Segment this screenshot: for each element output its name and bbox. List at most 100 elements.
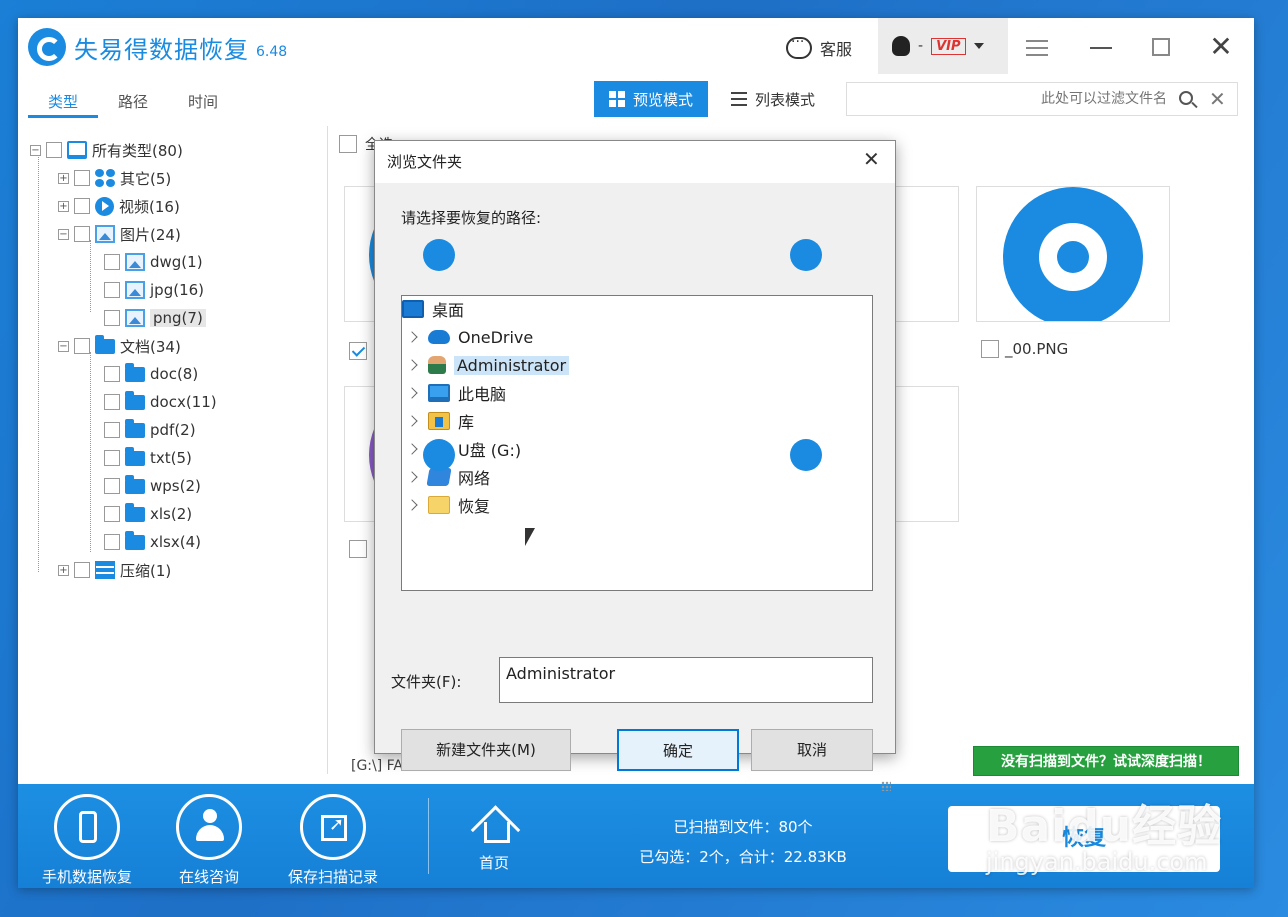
home-button[interactable]: 首页 [454, 804, 534, 873]
tree-checkbox[interactable] [104, 506, 120, 522]
tree-checkbox[interactable] [104, 394, 120, 410]
tree-checkbox[interactable] [74, 562, 90, 578]
list-mode-label: 列表模式 [754, 90, 815, 109]
tree-item-other[interactable]: + 其它(5) [58, 166, 171, 190]
collapse-icon[interactable]: − [58, 228, 69, 240]
file-select[interactable] [349, 342, 367, 360]
tree-item-xls[interactable]: xls(2) [104, 502, 192, 526]
chevron-right-icon[interactable] [406, 471, 418, 483]
expand-icon[interactable]: + [58, 200, 69, 212]
deep-scan-button[interactable]: 没有扫描到文件？试试深度扫描！ [973, 746, 1239, 776]
tree-item-images[interactable]: − 图片(24) [58, 222, 181, 246]
online-consult-label: 在线咨询 [178, 868, 239, 886]
tree-item-jpg[interactable]: jpg(16) [104, 278, 204, 302]
grid-icon [608, 91, 625, 107]
tree-checkbox[interactable] [74, 226, 90, 242]
collapse-icon[interactable]: − [30, 144, 41, 156]
preview-mode-button[interactable]: 预览模式 [594, 81, 708, 117]
customer-service-button[interactable]: 客服 [786, 34, 852, 62]
tree-checkbox[interactable] [46, 142, 62, 158]
user-name-dash: - [918, 38, 924, 54]
tree-checkbox[interactable] [104, 310, 120, 326]
tree-item-all[interactable]: − 所有类型(80) [30, 138, 183, 162]
file-checkbox[interactable] [349, 540, 367, 558]
maximize-button[interactable] [1146, 32, 1176, 62]
tree-item-docx[interactable]: docx(11) [104, 390, 217, 414]
new-folder-button[interactable]: 新建文件夹(M) [401, 729, 571, 771]
tree-item-video[interactable]: + 视频(16) [58, 194, 180, 218]
folder-item-this-pc[interactable]: 此电脑 [406, 380, 506, 406]
file-item[interactable]: _00.PNG [981, 340, 1068, 358]
maximize-icon [1152, 38, 1170, 56]
save-scan-label: 保存扫描记录 [287, 868, 378, 886]
expand-icon[interactable]: + [58, 564, 69, 576]
collapse-icon[interactable]: − [58, 340, 69, 352]
chevron-right-icon[interactable] [406, 331, 418, 343]
close-icon: ✕ [1209, 30, 1233, 63]
cancel-button[interactable]: 取消 [751, 729, 873, 771]
dialog-title: 浏览文件夹 [387, 153, 463, 171]
tree-item-documents[interactable]: − 文档(34) [58, 334, 181, 358]
tab-time[interactable]: 时间 [168, 88, 238, 118]
list-mode-button[interactable]: 列表模式 [718, 81, 828, 117]
user-account-area[interactable]: - VIP [878, 18, 1008, 74]
select-all-checkbox[interactable] [339, 135, 357, 153]
folder-item-library[interactable]: 库 [406, 408, 474, 434]
close-button[interactable]: ✕ [1206, 32, 1236, 62]
folder-item-desktop[interactable]: 桌面 [402, 296, 464, 322]
chevron-down-icon[interactable] [973, 43, 984, 49]
chevron-right-icon[interactable] [406, 415, 418, 427]
tree-checkbox[interactable] [104, 366, 120, 382]
chevron-right-icon[interactable] [406, 387, 418, 399]
tree-item-txt[interactable]: txt(5) [104, 446, 192, 470]
folder-input[interactable]: Administrator [499, 657, 873, 703]
tree-item-doc[interactable]: doc(8) [104, 362, 198, 386]
tree-item-pdf[interactable]: pdf(2) [104, 418, 196, 442]
tree-checkbox[interactable] [104, 478, 120, 494]
expand-icon[interactable]: + [58, 172, 69, 184]
home-icon [474, 804, 514, 844]
search-icon[interactable] [1179, 91, 1193, 105]
tree-item-wps[interactable]: wps(2) [104, 474, 201, 498]
folder-item-network[interactable]: 网络 [406, 464, 490, 490]
clear-icon[interactable]: ✕ [1209, 87, 1226, 111]
resize-grip-icon[interactable] [881, 781, 891, 791]
folder-item-onedrive[interactable]: OneDrive [406, 324, 533, 350]
export-icon [321, 814, 347, 841]
ok-button[interactable]: 确定 [617, 729, 739, 771]
tree-checkbox[interactable] [104, 282, 120, 298]
tab-type[interactable]: 类型 [28, 88, 98, 118]
folder-item-recovery[interactable]: 恢复 [406, 492, 490, 518]
chevron-right-icon[interactable] [406, 359, 418, 371]
tree-checkbox[interactable] [74, 170, 90, 186]
file-checkbox[interactable] [981, 340, 999, 358]
tree-checkbox[interactable] [104, 422, 120, 438]
dialog-close-icon[interactable]: ✕ [863, 147, 880, 171]
tree-item-archive[interactable]: + 压缩(1) [58, 558, 171, 582]
file-checkbox[interactable] [349, 342, 367, 360]
tree-item-dwg[interactable]: dwg(1) [104, 250, 203, 274]
tree-item-png[interactable]: png(7) [104, 306, 206, 330]
tree-item-xlsx[interactable]: xlsx(4) [104, 530, 201, 554]
save-scan-button[interactable]: 保存扫描记录 [278, 794, 388, 887]
filter-input[interactable] [887, 83, 1167, 115]
file-thumbnail[interactable] [976, 186, 1170, 322]
tree-checkbox[interactable] [104, 254, 120, 270]
type-tree: − 所有类型(80) + 其它(5) + 视频(16) − 图片(24) dwg… [18, 126, 328, 774]
folder-item-administrator[interactable]: Administrator [406, 352, 570, 378]
tree-checkbox[interactable] [104, 450, 120, 466]
title-bar: 失易得数据恢复 6.48 客服 - VIP ✕ [18, 18, 1254, 78]
online-consult-button[interactable]: 在线咨询 [154, 794, 264, 887]
tree-checkbox[interactable] [74, 338, 90, 354]
minimize-button[interactable] [1086, 32, 1116, 62]
chevron-right-icon[interactable] [406, 499, 418, 511]
phone-recovery-button[interactable]: 手机数据恢复 [32, 794, 142, 887]
tree-checkbox[interactable] [104, 534, 120, 550]
tree-checkbox[interactable] [74, 198, 90, 214]
file-select[interactable] [349, 540, 367, 558]
chevron-right-icon[interactable] [406, 443, 418, 455]
tab-path[interactable]: 路径 [98, 88, 168, 118]
vip-badge: VIP [931, 37, 966, 55]
menu-button[interactable] [1022, 32, 1052, 62]
folder-icon [125, 418, 145, 438]
